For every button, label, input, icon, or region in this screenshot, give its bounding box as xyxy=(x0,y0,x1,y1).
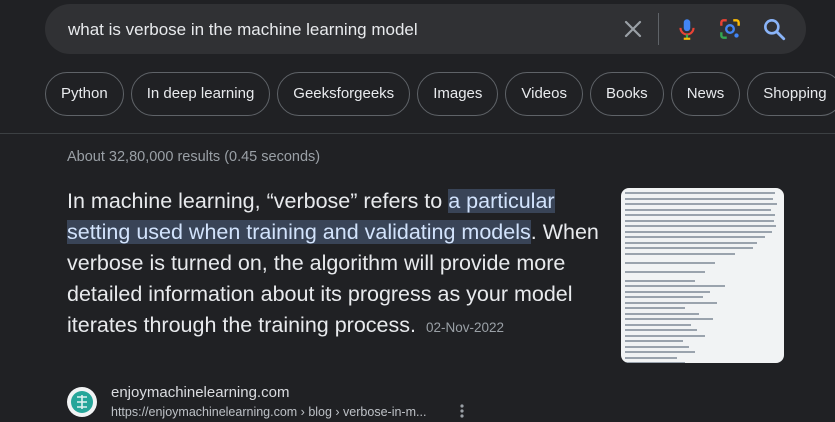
thumbnail-text-line xyxy=(625,323,691,326)
filter-chips: Python In deep learning Geeksforgeeks Image… xyxy=(45,72,835,116)
thumbnail-text-line xyxy=(625,296,703,298)
thumbnail-text-line xyxy=(625,208,771,211)
thumbnail-text-line xyxy=(625,356,677,359)
thumbnail-text-line xyxy=(625,214,775,216)
thumbnail-text-line xyxy=(625,252,735,255)
chip-videos[interactable]: Videos xyxy=(505,72,583,116)
thumbnail-text-line xyxy=(625,192,775,194)
microphone-icon[interactable] xyxy=(674,16,700,42)
chip-books[interactable]: Books xyxy=(589,72,664,116)
more-options-icon[interactable] xyxy=(454,403,470,419)
featured-snippet: In machine learning, “verbose” refers to… xyxy=(67,186,607,343)
thumbnail-text-line xyxy=(625,225,776,227)
thumbnail-text-line xyxy=(625,236,765,238)
clear-icon[interactable] xyxy=(621,17,645,41)
source-site-name[interactable]: enjoymachinelearning.com xyxy=(111,384,289,401)
thumbnail-text-line xyxy=(625,230,772,233)
thumbnail-text-line xyxy=(625,351,695,353)
chip-news[interactable]: News xyxy=(670,72,741,116)
snippet-date: 02-Nov-2022 xyxy=(425,320,505,335)
header-divider xyxy=(0,133,835,134)
thumbnail-text-line xyxy=(625,334,705,337)
thumbnail-text-line xyxy=(625,345,689,348)
thumbnail-text-line xyxy=(625,197,773,200)
snippet-text: In machine learning, “verbose” refers to xyxy=(67,189,449,213)
search-input[interactable]: what is verbose in the machine learning … xyxy=(68,20,418,40)
chip-geeksforgeeks[interactable]: Geeksforgeeks xyxy=(277,72,411,116)
chip-shopping[interactable]: Shopping xyxy=(747,72,835,116)
thumbnail-text-line xyxy=(625,285,725,287)
search-bar-divider xyxy=(658,13,659,45)
enjoymachinelearning-logo-icon xyxy=(71,391,93,413)
chip-images[interactable]: Images xyxy=(417,72,499,116)
thumbnail-text-line xyxy=(625,307,685,309)
thumbnail-text-line xyxy=(625,270,705,273)
thumbnail-text-line xyxy=(625,279,695,282)
site-favicon[interactable] xyxy=(67,387,97,417)
chip-in-deep-learning[interactable]: In deep learning xyxy=(130,72,271,116)
thumbnail-text-line xyxy=(625,219,774,222)
google-lens-icon[interactable] xyxy=(717,16,743,42)
search-icon[interactable] xyxy=(761,16,787,42)
thumbnail-text-line xyxy=(625,290,710,293)
chip-python[interactable]: Python xyxy=(45,72,124,116)
thumbnail-text-line xyxy=(625,312,699,315)
search-bar[interactable]: what is verbose in the machine learning … xyxy=(45,4,806,54)
thumbnail-text-line xyxy=(625,301,717,304)
snippet-thumbnail[interactable] xyxy=(621,188,784,363)
results-stats: About 32,80,000 results (0.45 seconds) xyxy=(67,149,321,165)
thumbnail-text-line xyxy=(625,241,757,244)
thumbnail-text-line xyxy=(625,318,713,320)
thumbnail-text-line xyxy=(625,329,697,331)
thumbnail-text-line xyxy=(625,340,683,342)
thumbnail-text-line xyxy=(625,203,777,205)
thumbnail-text-line xyxy=(625,261,715,264)
source-url[interactable]: https://enjoymachinelearning.com › blog … xyxy=(111,405,433,419)
thumbnail-text-line xyxy=(625,247,753,249)
thumbnail-text-line xyxy=(625,362,685,363)
